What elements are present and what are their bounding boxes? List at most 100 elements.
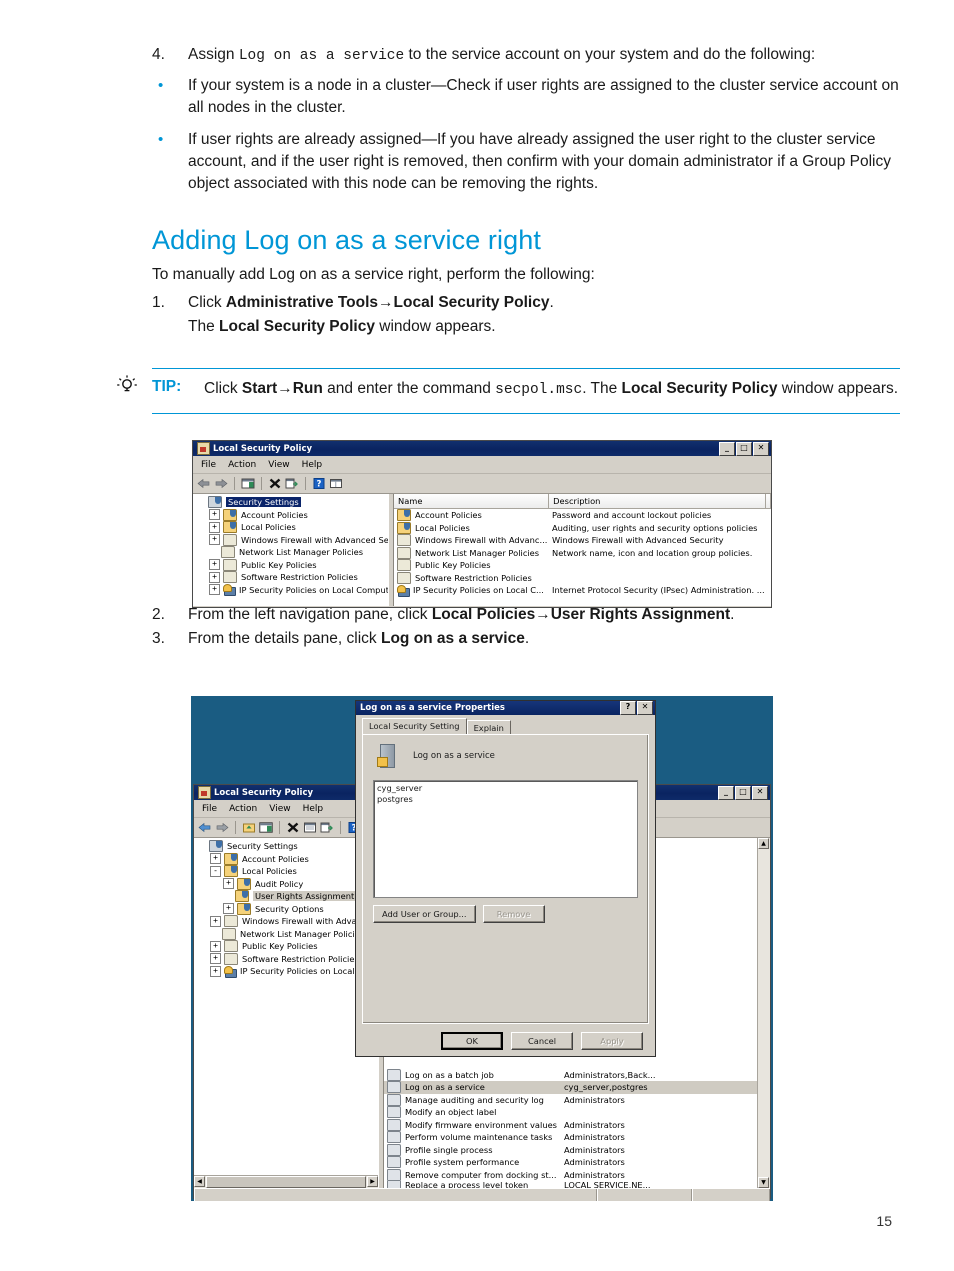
view-icon[interactable] — [329, 477, 343, 490]
expand-toggle-icon[interactable]: + — [210, 953, 221, 965]
tree-item[interactable]: + Windows Firewall with Advanced Security — [193, 533, 388, 547]
column-header-name[interactable]: Name — [394, 494, 550, 508]
tree-item[interactable]: Security Settings — [194, 840, 378, 853]
menu-help[interactable]: Help — [302, 460, 323, 470]
table-row[interactable]: Modify an object label — [384, 1106, 757, 1119]
list-item[interactable]: postgres — [377, 794, 634, 805]
expand-toggle-icon[interactable]: + — [209, 584, 220, 596]
close-button[interactable]: ✕ — [753, 441, 769, 456]
expand-toggle-icon[interactable]: + — [209, 521, 220, 533]
table-row[interactable]: Log on as a service cyg_server,postgres — [384, 1081, 757, 1094]
expand-toggle-icon[interactable]: + — [223, 878, 234, 890]
expand-toggle-icon[interactable]: + — [223, 903, 234, 915]
tree-item[interactable]: + Security Options — [194, 902, 378, 916]
menu-file[interactable]: File — [201, 460, 216, 470]
add-user-or-group-button[interactable]: Add User or Group... — [373, 905, 476, 923]
expand-toggle-icon[interactable]: + — [210, 940, 221, 952]
scroll-up-button[interactable]: ▲ — [758, 838, 769, 849]
table-row[interactable]: Replace a process level token LOCAL SERVI… — [384, 1181, 757, 1188]
collapse-toggle-icon[interactable]: - — [210, 865, 221, 877]
table-row[interactable]: Account Policies Password and account loc… — [394, 509, 771, 522]
column-header-blank[interactable] — [766, 494, 771, 508]
table-row[interactable]: Profile single process Administrators — [384, 1143, 757, 1157]
policy-vertical-scrollbar[interactable]: ▲ ▼ — [757, 838, 770, 1188]
tree-item[interactable]: + Public Key Policies — [194, 940, 378, 953]
ok-button[interactable]: OK — [441, 1032, 503, 1050]
tree-item[interactable]: + Software Restriction Policies — [194, 952, 378, 966]
menu-action[interactable]: Action — [229, 804, 257, 814]
forward-arrow-icon[interactable] — [215, 821, 229, 834]
properties-icon[interactable] — [303, 821, 317, 834]
tree-item[interactable]: +Windows Firewall with Advanced Sec... — [194, 915, 378, 928]
column-header-description[interactable]: Description — [549, 494, 766, 508]
export-list-icon[interactable] — [285, 477, 299, 490]
table-row[interactable]: Manage auditing and security log Administ… — [384, 1093, 757, 1107]
table-row[interactable]: Software Restriction Policies — [394, 571, 771, 585]
table-row[interactable]: Network List Manager Policies Network nam… — [394, 546, 771, 560]
help-button[interactable]: ? — [620, 701, 636, 715]
minimize-button[interactable]: _ — [719, 441, 735, 456]
user-group-list[interactable]: cyg_server postgres — [373, 780, 638, 898]
tree-item[interactable]: + Local Policies — [193, 521, 388, 534]
menu-action[interactable]: Action — [228, 460, 256, 470]
tree-item[interactable]: + Account Policies — [194, 852, 378, 866]
close-button[interactable]: ✕ — [637, 701, 653, 715]
help-icon[interactable]: ? — [312, 477, 326, 490]
expand-toggle-icon[interactable]: + — [210, 915, 221, 927]
expand-toggle-icon[interactable]: + — [210, 965, 221, 977]
tree-item[interactable]: +IP Security Policies on Local Computer — [193, 584, 388, 597]
back-arrow-icon[interactable] — [197, 477, 211, 490]
table-row[interactable]: Perform volume maintenance tasks Administ… — [384, 1131, 757, 1144]
tree-item[interactable]: - Local Policies — [194, 865, 378, 878]
table-row[interactable]: Public Key Policies — [394, 559, 771, 572]
table-row[interactable]: Local Policies Auditing, user rights and … — [394, 521, 771, 535]
delete-icon[interactable] — [268, 477, 282, 490]
delete-icon[interactable] — [286, 821, 300, 834]
expand-toggle-icon[interactable]: + — [209, 534, 220, 546]
tree-item[interactable]: +IP Security Policies on Local Computer — [194, 965, 378, 978]
tree-item[interactable]: Network List Manager Policies — [194, 927, 378, 941]
expand-toggle-icon[interactable]: + — [209, 571, 220, 583]
table-row[interactable]: Windows Firewall with Advanc... Windows F… — [394, 534, 771, 547]
expand-toggle-icon[interactable] — [197, 842, 206, 851]
minimize-button[interactable]: _ — [718, 785, 734, 800]
scroll-down-button[interactable]: ▼ — [758, 1177, 769, 1188]
expand-toggle-icon[interactable]: + — [210, 853, 221, 865]
tab-explain[interactable]: Explain — [466, 720, 511, 735]
expand-toggle-icon[interactable] — [210, 929, 219, 938]
tree-item[interactable]: + Account Policies — [193, 508, 388, 522]
forward-arrow-icon[interactable] — [214, 477, 228, 490]
cancel-button[interactable]: Cancel — [511, 1032, 573, 1050]
tree-item[interactable]: + Audit Policy — [194, 877, 378, 891]
tree-item[interactable]: Network List Manager Policies — [193, 546, 388, 559]
tree-item[interactable]: User Rights Assignment — [194, 890, 378, 903]
export-list-icon[interactable] — [320, 821, 334, 834]
show-hide-tree-icon[interactable] — [259, 821, 273, 834]
tree-pane[interactable]: Security Settings + Account Policies - Local… — [194, 838, 378, 1175]
show-hide-tree-icon[interactable] — [241, 477, 255, 490]
maximize-button[interactable]: □ — [735, 785, 751, 800]
tree-pane[interactable]: Security Settings + Account Policies + Local… — [193, 494, 388, 606]
menu-help[interactable]: Help — [303, 804, 324, 814]
expand-toggle-icon[interactable]: + — [209, 509, 220, 521]
list-item[interactable]: cyg_server — [377, 783, 634, 794]
tree-item[interactable]: + Software Restriction Policies — [193, 571, 388, 584]
tree-item[interactable]: Security Settings — [193, 496, 388, 509]
tree-item[interactable]: + Public Key Policies — [193, 558, 388, 572]
back-arrow-icon[interactable] — [198, 821, 212, 834]
table-row[interactable]: IP Security Policies on Local C... Intern… — [394, 584, 771, 597]
table-row[interactable]: Log on as a batch job Administrators,Back… — [384, 1068, 757, 1082]
menu-view[interactable]: View — [269, 804, 290, 814]
expand-toggle-icon[interactable] — [196, 498, 205, 507]
expand-toggle-icon[interactable]: + — [209, 559, 220, 571]
table-row[interactable]: Remove computer from docking st... Admini… — [384, 1168, 757, 1182]
expand-toggle-icon[interactable] — [209, 548, 218, 557]
scroll-left-button[interactable]: ◀ — [194, 1176, 205, 1187]
tab-local-security-setting[interactable]: Local Security Setting — [362, 718, 467, 734]
scroll-thumb[interactable] — [206, 1176, 366, 1188]
menu-view[interactable]: View — [268, 460, 289, 470]
table-row[interactable]: Modify firmware environment values Admini… — [384, 1118, 757, 1132]
menu-file[interactable]: File — [202, 804, 217, 814]
scroll-right-button[interactable]: ▶ — [367, 1176, 378, 1187]
close-button[interactable]: ✕ — [752, 785, 768, 800]
